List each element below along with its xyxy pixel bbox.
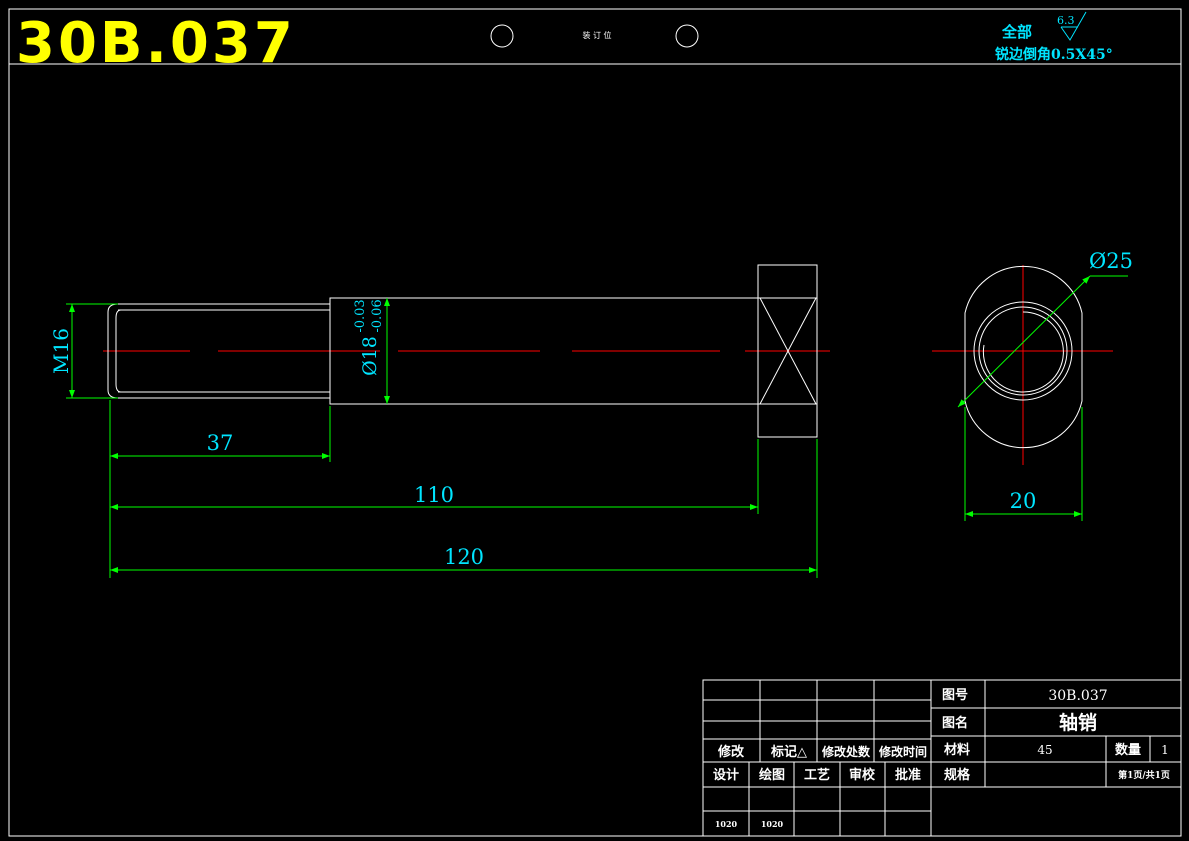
drawing-code-title: 30B.037: [16, 11, 296, 76]
sign-header-4: 审校: [849, 767, 876, 783]
binding-hole-left: [490, 24, 514, 48]
sign-header-5: 批准: [895, 767, 921, 783]
material-value: 45: [1037, 743, 1052, 757]
dim-width-flats: 20: [1010, 489, 1037, 513]
dim-thread: M16: [49, 328, 73, 374]
title-block: 修改 标记△ 修改处数 修改时间 设计 绘图 工艺 审校 批准 1020 102…: [713, 688, 1170, 829]
drawing-sheet: 30B.037 装 订 位 全部 6.3 锐边倒角0.5X45° M16 Ø18…: [8, 8, 1182, 837]
sign-date-1: 1020: [715, 819, 738, 829]
rev-header-4: 修改时间: [878, 744, 927, 759]
dim-diameter-head: Ø25: [1089, 249, 1133, 273]
sign-header-1: 设计: [713, 767, 739, 783]
sign-date-2: 1020: [761, 819, 784, 829]
sign-header-3: 工艺: [804, 767, 830, 783]
rev-header-3: 修改处数: [821, 744, 871, 759]
dim-diameter-main: Ø18: [359, 336, 381, 376]
dim-tol-upper: -0.03: [353, 299, 368, 332]
dimension-lines: [66, 275, 1128, 578]
page-info: 第1页/共1页: [1118, 769, 1170, 781]
spec-label: 规格: [944, 767, 971, 783]
centerlines: [103, 265, 1113, 465]
binding-label: 装 订 位: [582, 30, 611, 40]
drawing-no-label: 图号: [942, 688, 968, 703]
drawing-no-value: 30B.037: [1048, 688, 1107, 704]
material-label: 材料: [944, 742, 970, 758]
dim-tol-lower: -0.06: [370, 299, 385, 332]
name-label: 图名: [942, 715, 968, 731]
rev-header-2: 标记△: [770, 744, 807, 760]
rev-header-1: 修改: [717, 744, 745, 760]
qty-value: 1: [1161, 743, 1169, 757]
surface-all-label: 全部: [1001, 23, 1032, 41]
qty-label: 数量: [1115, 742, 1141, 758]
sign-header-2: 绘图: [759, 767, 785, 783]
binding-hole-right: [675, 24, 699, 48]
name-value: 轴销: [1059, 711, 1097, 734]
roughness-value: 6.3: [1057, 14, 1075, 27]
surface-note: 全部 6.3 锐边倒角0.5X45°: [995, 11, 1113, 63]
sheet-border: [8, 8, 1182, 837]
dim-len-total: 120: [444, 545, 484, 569]
dim-len-thread: 37: [207, 431, 234, 455]
dim-len-shank: 110: [414, 483, 454, 507]
chamfer-note: 锐边倒角0.5X45°: [995, 46, 1113, 63]
